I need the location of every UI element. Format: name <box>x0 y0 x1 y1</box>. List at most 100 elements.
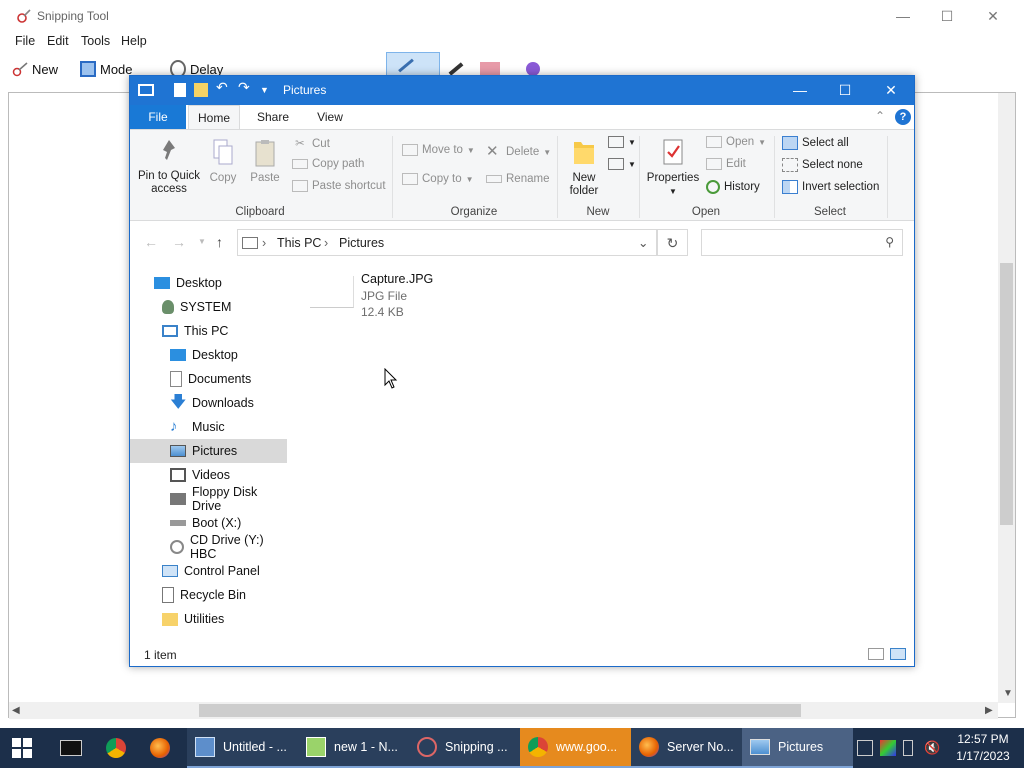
help-icon[interactable]: ? <box>895 109 911 125</box>
properties-button[interactable]: Properties ▼ <box>644 138 702 198</box>
cut-button[interactable]: ✂ Cut <box>292 136 330 152</box>
nav-item-videos[interactable]: Videos <box>130 463 287 487</box>
open-button[interactable]: Open ▼ <box>706 136 766 148</box>
nav-item-this-pc[interactable]: This PC <box>130 319 287 343</box>
new-snip-button[interactable]: New <box>12 58 58 80</box>
eraser-icon <box>480 62 500 76</box>
rename-button[interactable]: Rename <box>486 173 549 185</box>
new-folder-button[interactable]: New folder <box>562 138 606 198</box>
nav-item-cd-drive[interactable]: CD Drive (Y:) HBC <box>130 533 287 561</box>
maximize-button[interactable]: ☐ <box>924 4 970 28</box>
customize-toolbar-icon[interactable]: ▼ <box>260 85 276 101</box>
copy-path-button[interactable]: Copy path <box>292 158 364 170</box>
nav-item-pictures[interactable]: Pictures <box>130 439 287 463</box>
scrollbar-thumb[interactable] <box>1000 263 1013 525</box>
back-arrow-icon[interactable]: ← <box>144 234 158 250</box>
taskbar-terminal[interactable] <box>60 728 86 768</box>
system-clock[interactable]: 12:57 PM 1/17/2023 <box>948 731 1018 765</box>
undo-icon[interactable]: ↶ <box>216 79 232 95</box>
speaker-muted-icon[interactable]: 🔇 <box>924 740 940 756</box>
edit-button[interactable]: Edit <box>706 158 746 170</box>
start-button[interactable] <box>12 728 38 768</box>
address-dropdown-chevron-icon[interactable]: ⌄ <box>638 235 648 250</box>
breadcrumb-this-pc[interactable]: This PC <box>277 236 321 250</box>
move-to-button[interactable]: Move to ▼ <box>402 144 475 156</box>
details-view-icon[interactable] <box>868 648 884 660</box>
minimize-button[interactable]: — <box>777 76 823 105</box>
large-icons-view-icon[interactable] <box>890 648 906 660</box>
delete-button[interactable]: ✕ Delete ▼ <box>486 144 551 160</box>
scroll-left-arrow[interactable]: ◀ <box>12 705 20 716</box>
minimize-button[interactable]: — <box>880 4 926 28</box>
menu-file[interactable]: File <box>15 34 35 48</box>
new-folder-quick-icon[interactable] <box>194 83 208 97</box>
paste-icon <box>255 140 275 167</box>
nav-item-downloads[interactable]: 🡇 Downloads <box>130 391 287 415</box>
tab-view[interactable]: View <box>306 105 354 129</box>
mode-button[interactable]: Mode <box>80 58 133 80</box>
tab-home[interactable]: Home <box>188 105 240 129</box>
taskbar-firefox[interactable] <box>150 728 176 768</box>
vertical-scrollbar[interactable] <box>998 93 1015 703</box>
taskbar-app-label: Untitled - ... <box>223 740 287 754</box>
nav-item-utilities[interactable]: Utilities <box>130 607 287 631</box>
nav-item-desktop[interactable]: Desktop <box>130 343 287 367</box>
menu-edit[interactable]: Edit <box>47 34 69 48</box>
menu-help[interactable]: Help <box>121 34 147 48</box>
search-input[interactable]: ⚲ <box>701 229 903 256</box>
paste-button[interactable]: Paste <box>248 138 282 185</box>
color-tray-icon[interactable] <box>880 740 896 756</box>
nav-item-recycle-bin[interactable]: Recycle Bin <box>130 583 287 607</box>
copy-to-button[interactable]: Copy to ▼ <box>402 173 474 185</box>
nav-item-boot-drive[interactable]: Boot (X:) <box>130 511 287 535</box>
network-icon[interactable] <box>857 740 873 756</box>
properties-label: Properties <box>646 172 700 184</box>
nav-item-music[interactable]: ♪ Music <box>130 415 287 439</box>
taskbar-app-chrome[interactable]: www.goo... <box>520 728 631 768</box>
copy-button[interactable]: Copy <box>206 138 240 185</box>
select-none-button[interactable]: Select none <box>782 158 863 172</box>
scrollbar-thumb[interactable] <box>199 704 801 717</box>
breadcrumb-separator-icon[interactable]: › <box>262 236 266 250</box>
taskbar-chrome[interactable] <box>106 728 132 768</box>
properties-quick-icon[interactable] <box>174 83 186 97</box>
address-input[interactable]: › This PC › Pictures ⌄ <box>237 229 657 256</box>
tab-file[interactable]: File <box>130 105 186 129</box>
close-button[interactable]: ✕ <box>970 4 1016 28</box>
nav-item-floppy[interactable]: Floppy Disk Drive <box>130 485 287 513</box>
taskbar-app-notepadpp[interactable]: new 1 - N... <box>298 728 409 768</box>
history-button[interactable]: History <box>706 180 760 194</box>
collapse-ribbon-icon[interactable]: ⌃ <box>875 109 885 123</box>
file-item[interactable]: Capture.JPG JPG File 12.4 KB <box>310 272 460 322</box>
invert-selection-button[interactable]: Invert selection <box>782 180 879 194</box>
up-arrow-icon[interactable]: ↑ <box>216 234 223 250</box>
horizontal-scrollbar[interactable] <box>9 702 998 719</box>
scroll-down-arrow[interactable]: ▼ <box>1003 688 1013 699</box>
refresh-button[interactable]: ↻ <box>657 229 688 256</box>
new-item-button[interactable]: ▼ <box>608 136 636 148</box>
nav-item-desktop-root[interactable]: Desktop <box>130 271 287 295</box>
battery-icon[interactable] <box>903 740 913 756</box>
nav-item-system[interactable]: SYSTEM <box>130 295 287 319</box>
maximize-button[interactable]: ☐ <box>822 76 868 105</box>
nav-item-documents[interactable]: Documents <box>130 367 287 391</box>
taskbar-app-notepad[interactable]: Untitled - ... <box>187 728 298 768</box>
breadcrumb-pictures[interactable]: Pictures <box>339 236 384 250</box>
tab-share[interactable]: Share <box>248 105 298 129</box>
recent-locations-icon[interactable]: ▼ <box>198 237 206 246</box>
taskbar-app-snipping[interactable]: Snipping ... <box>409 728 520 768</box>
select-all-button[interactable]: Select all <box>782 136 849 150</box>
paint3d-icon <box>526 62 540 76</box>
nav-item-control-panel[interactable]: Control Panel <box>130 559 287 583</box>
redo-icon[interactable]: ↷ <box>238 79 254 95</box>
easy-access-button[interactable]: ▼ <box>608 158 636 170</box>
pin-quick-access-button[interactable]: Pin to Quick access <box>136 138 202 196</box>
paste-shortcut-button[interactable]: Paste shortcut <box>292 180 386 192</box>
breadcrumb-separator-icon[interactable]: › <box>324 236 328 250</box>
scroll-right-arrow[interactable]: ▶ <box>985 705 993 716</box>
close-button[interactable]: ✕ <box>868 76 914 105</box>
taskbar-app-firefox[interactable]: Server No... <box>631 728 742 768</box>
forward-arrow-icon[interactable]: → <box>172 234 186 250</box>
taskbar-app-explorer[interactable]: Pictures <box>742 728 853 768</box>
menu-tools[interactable]: Tools <box>81 34 110 48</box>
